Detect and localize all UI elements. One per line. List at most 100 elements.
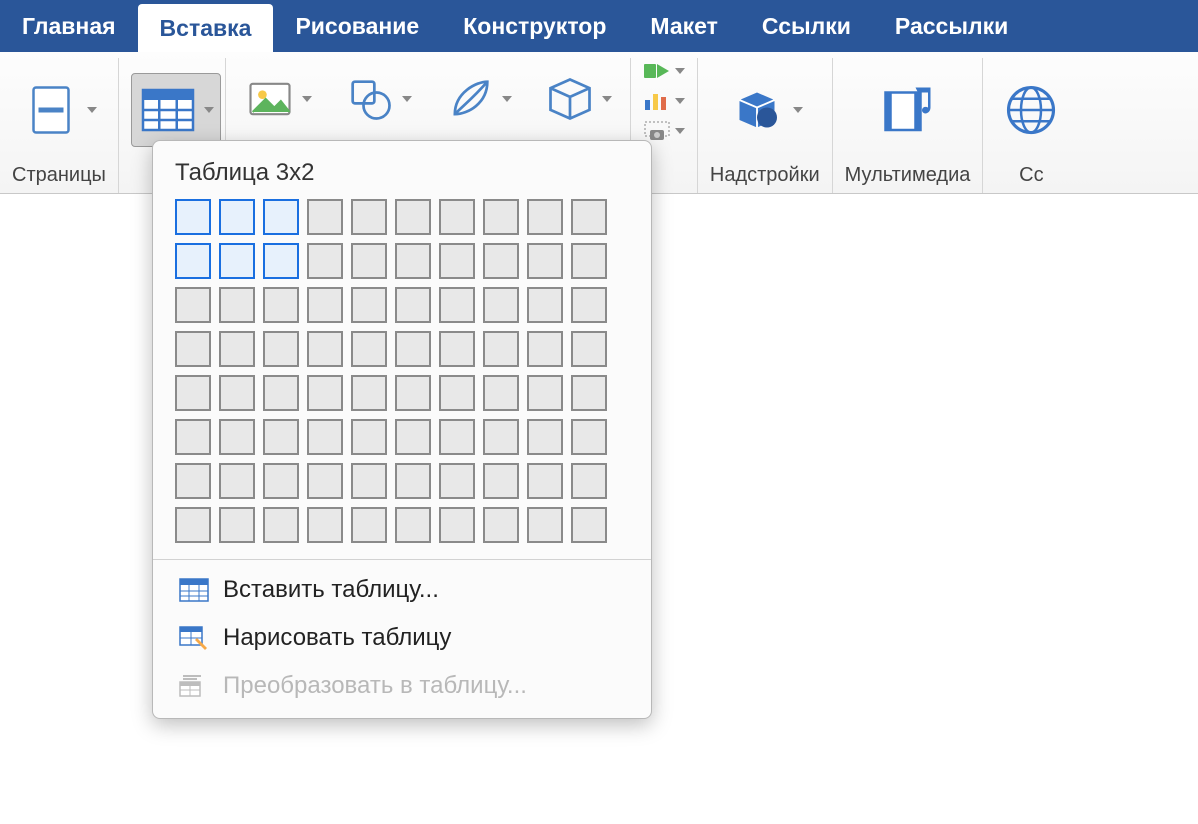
grid-cell[interactable] (395, 243, 431, 279)
insert-table-menuitem[interactable]: Вставить таблицу... (165, 566, 639, 614)
grid-cell[interactable] (483, 287, 519, 323)
grid-cell[interactable] (219, 463, 255, 499)
3dmodels-button[interactable] (538, 67, 618, 131)
grid-cell[interactable] (263, 243, 299, 279)
smartart-button[interactable] (643, 60, 685, 82)
grid-cell[interactable] (351, 199, 387, 235)
grid-cell[interactable] (307, 375, 343, 411)
tab-insert[interactable]: Вставка (138, 4, 274, 52)
grid-cell[interactable] (439, 287, 475, 323)
grid-cell[interactable] (571, 507, 607, 543)
grid-cell[interactable] (351, 419, 387, 455)
tab-references[interactable]: Ссылки (740, 0, 873, 52)
grid-cell[interactable] (395, 331, 431, 367)
tab-layout[interactable]: Макет (628, 0, 740, 52)
grid-cell[interactable] (571, 463, 607, 499)
grid-cell[interactable] (527, 419, 563, 455)
grid-cell[interactable] (527, 375, 563, 411)
pictures-button[interactable] (238, 67, 318, 131)
shapes-button[interactable] (338, 67, 418, 131)
grid-cell[interactable] (439, 463, 475, 499)
grid-cell[interactable] (175, 375, 211, 411)
icons-button[interactable] (438, 67, 518, 131)
addins-button[interactable] (721, 74, 809, 146)
tab-draw[interactable]: Рисование (273, 0, 441, 52)
links-button[interactable] (995, 74, 1067, 146)
grid-cell[interactable] (307, 287, 343, 323)
grid-cell[interactable] (483, 243, 519, 279)
grid-cell[interactable] (395, 463, 431, 499)
grid-cell[interactable] (263, 199, 299, 235)
grid-cell[interactable] (395, 419, 431, 455)
grid-cell[interactable] (263, 287, 299, 323)
grid-cell[interactable] (527, 463, 563, 499)
grid-cell[interactable] (307, 507, 343, 543)
grid-cell[interactable] (175, 331, 211, 367)
grid-cell[interactable] (219, 243, 255, 279)
grid-cell[interactable] (307, 199, 343, 235)
grid-cell[interactable] (571, 419, 607, 455)
grid-cell[interactable] (483, 419, 519, 455)
grid-cell[interactable] (219, 331, 255, 367)
grid-cell[interactable] (307, 243, 343, 279)
grid-cell[interactable] (175, 243, 211, 279)
grid-cell[interactable] (395, 287, 431, 323)
tab-home[interactable]: Главная (0, 0, 138, 52)
tab-mailings[interactable]: Рассылки (873, 0, 1030, 52)
grid-cell[interactable] (483, 463, 519, 499)
grid-cell[interactable] (527, 199, 563, 235)
grid-cell[interactable] (175, 507, 211, 543)
grid-cell[interactable] (527, 331, 563, 367)
grid-cell[interactable] (571, 199, 607, 235)
grid-cell[interactable] (571, 287, 607, 323)
grid-cell[interactable] (351, 375, 387, 411)
grid-cell[interactable] (351, 287, 387, 323)
grid-cell[interactable] (219, 507, 255, 543)
grid-cell[interactable] (483, 331, 519, 367)
grid-cell[interactable] (439, 375, 475, 411)
grid-cell[interactable] (175, 287, 211, 323)
media-button[interactable] (872, 74, 944, 146)
grid-cell[interactable] (439, 199, 475, 235)
grid-cell[interactable] (571, 375, 607, 411)
grid-cell[interactable] (527, 507, 563, 543)
screenshot-button[interactable] (643, 120, 685, 142)
draw-table-menuitem[interactable]: Нарисовать таблицу (165, 614, 639, 662)
grid-cell[interactable] (483, 199, 519, 235)
grid-cell[interactable] (307, 419, 343, 455)
grid-cell[interactable] (175, 419, 211, 455)
grid-cell[interactable] (219, 287, 255, 323)
grid-cell[interactable] (351, 331, 387, 367)
grid-cell[interactable] (527, 287, 563, 323)
grid-cell[interactable] (219, 419, 255, 455)
grid-cell[interactable] (263, 507, 299, 543)
grid-cell[interactable] (263, 463, 299, 499)
grid-cell[interactable] (219, 199, 255, 235)
grid-cell[interactable] (263, 375, 299, 411)
grid-cell[interactable] (351, 507, 387, 543)
grid-cell[interactable] (351, 463, 387, 499)
grid-cell[interactable] (483, 507, 519, 543)
pages-button[interactable] (15, 74, 103, 146)
grid-cell[interactable] (263, 419, 299, 455)
grid-cell[interactable] (483, 375, 519, 411)
grid-cell[interactable] (263, 331, 299, 367)
grid-cell[interactable] (527, 243, 563, 279)
grid-cell[interactable] (439, 507, 475, 543)
grid-cell[interactable] (175, 199, 211, 235)
grid-cell[interactable] (439, 419, 475, 455)
table-size-grid[interactable] (175, 199, 639, 543)
grid-cell[interactable] (571, 243, 607, 279)
grid-cell[interactable] (395, 375, 431, 411)
tab-design[interactable]: Конструктор (441, 0, 628, 52)
grid-cell[interactable] (439, 243, 475, 279)
grid-cell[interactable] (395, 507, 431, 543)
table-button[interactable] (131, 73, 221, 147)
grid-cell[interactable] (439, 331, 475, 367)
grid-cell[interactable] (307, 331, 343, 367)
grid-cell[interactable] (219, 375, 255, 411)
grid-cell[interactable] (307, 463, 343, 499)
chart-button[interactable] (643, 90, 685, 112)
grid-cell[interactable] (351, 243, 387, 279)
grid-cell[interactable] (571, 331, 607, 367)
